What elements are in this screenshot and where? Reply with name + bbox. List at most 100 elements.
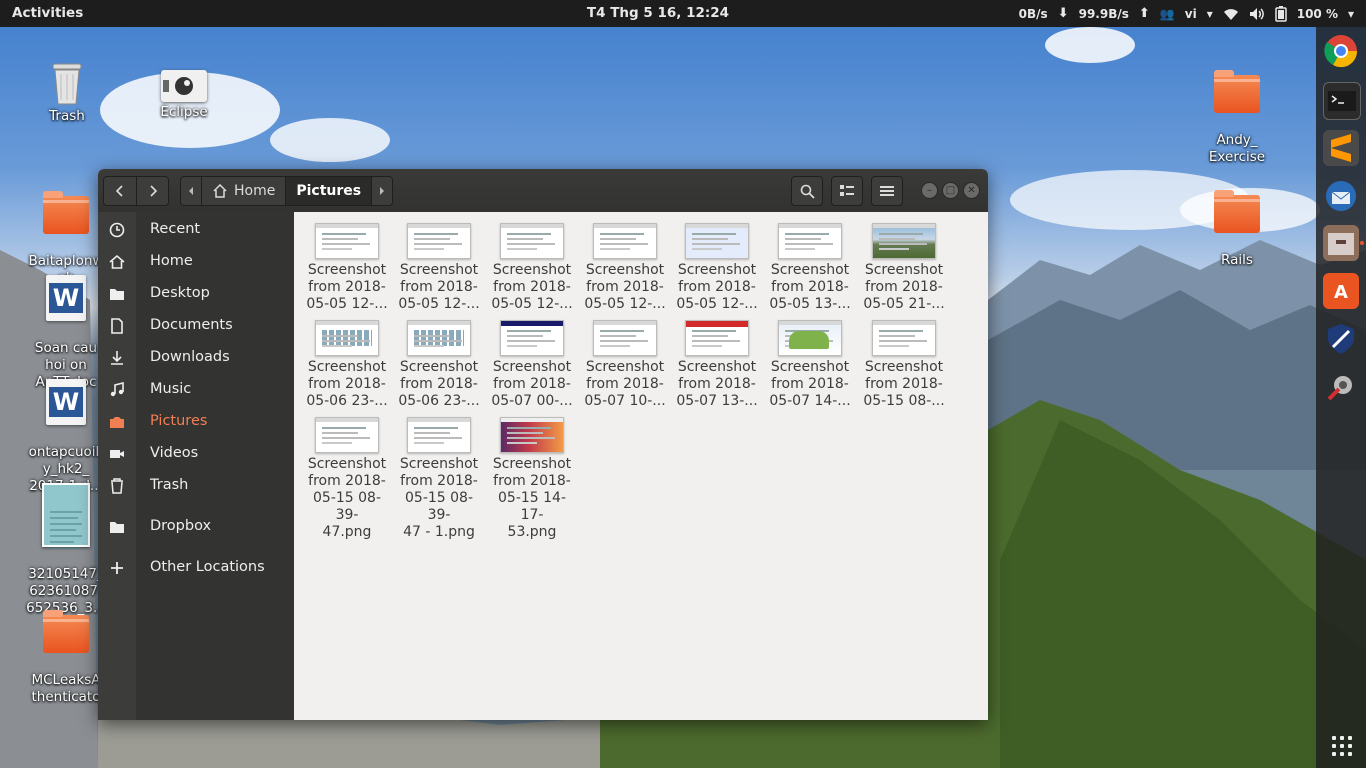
search-icon: [800, 184, 815, 199]
thunderbird-icon[interactable]: [1323, 178, 1359, 214]
sidebar-item-desktop[interactable]: Desktop: [98, 279, 294, 309]
show-applications-icon[interactable]: [1332, 736, 1352, 756]
file-item[interactable]: Screenshot from 2018- 05-15 08-...: [859, 314, 949, 410]
top-bar: Activities T4 Thg 5 16, 12:24 0B/s ⬇ 99.…: [0, 0, 1366, 27]
desktop-icon-trash[interactable]: Trash: [27, 62, 107, 125]
folder-icon: [109, 286, 125, 302]
image-thumbnail-icon: [500, 417, 564, 453]
breadcrumb-current[interactable]: Pictures: [286, 177, 373, 205]
trash-icon: [50, 62, 84, 106]
chevron-down-icon[interactable]: ▾: [1348, 7, 1354, 21]
file-name: Screenshot from 2018- 05-05 21-...: [863, 262, 945, 312]
system-tray[interactable]: 0B/s ⬇ 99.9B/s ⬆ 👥 vi ▾ 100 % ▾: [1019, 0, 1354, 27]
file-item[interactable]: Screenshot from 2018- 05-05 13-...: [765, 217, 855, 313]
sidebar-item-pictures[interactable]: Pictures: [98, 407, 294, 437]
sidebar-item-home[interactable]: Home: [98, 247, 294, 277]
file-item[interactable]: Screenshot from 2018- 05-07 00-...: [487, 314, 577, 410]
desktop-icon-rails[interactable]: Rails: [1197, 178, 1277, 286]
file-item[interactable]: Screenshot from 2018- 05-06 23-...: [394, 314, 484, 410]
document-icon: [109, 318, 125, 334]
breadcrumb-left-button[interactable]: [181, 177, 202, 205]
file-item[interactable]: Screenshot from 2018- 05-07 10-...: [580, 314, 670, 410]
download-arrow-icon: ⬇: [1057, 6, 1069, 21]
upload-arrow-icon: ⬆: [1138, 6, 1150, 21]
sidebar-item-other-locations[interactable]: Other Locations: [98, 553, 294, 583]
desktop-icon-mcleaks[interactable]: MCLeaksA thenticato: [26, 598, 106, 723]
search-button[interactable]: [791, 176, 823, 206]
music-icon: [109, 381, 125, 398]
image-thumbnail-icon: [500, 223, 564, 259]
file-item[interactable]: Screenshot from 2018- 05-15 08-39- 47.pn…: [302, 411, 392, 541]
chevron-left-icon: [115, 185, 123, 197]
vpn-shield-icon[interactable]: [1323, 321, 1359, 357]
desktop-icon-label: Trash: [49, 108, 85, 124]
sidebar-item-videos[interactable]: Videos: [98, 439, 294, 469]
battery-icon[interactable]: [1274, 5, 1287, 22]
file-item[interactable]: Screenshot from 2018- 05-05 12-...: [302, 217, 392, 313]
sidebar-item-dropbox[interactable]: Dropbox: [98, 512, 294, 542]
minimize-button[interactable]: –: [921, 182, 938, 199]
breadcrumb-home[interactable]: Home: [202, 177, 287, 205]
desktop-icon-andy-exercise[interactable]: Andy_ Exercise: [1197, 58, 1277, 183]
file-item[interactable]: Screenshot from 2018- 05-05 21-...: [859, 217, 949, 313]
folder-icon: [43, 610, 89, 653]
file-name: Screenshot from 2018- 05-05 13-...: [769, 262, 851, 312]
maximize-button[interactable]: □: [942, 182, 959, 199]
image-thumbnail-icon: [685, 320, 749, 356]
file-item[interactable]: Screenshot from 2018- 05-15 14-17- 53.pn…: [487, 411, 577, 541]
home-icon: [213, 184, 227, 198]
file-item[interactable]: Screenshot from 2018- 05-15 08-39- 47 - …: [394, 411, 484, 541]
settings-tools-icon[interactable]: [1323, 369, 1359, 405]
back-button[interactable]: [104, 177, 136, 205]
image-thumbnail-icon: [872, 223, 936, 259]
breadcrumb-right-button[interactable]: [372, 177, 392, 205]
sidebar-item-music[interactable]: Music: [98, 375, 294, 405]
image-thumbnail-icon: [407, 320, 471, 356]
file-item[interactable]: Screenshot from 2018- 05-06 23-...: [302, 314, 392, 410]
close-button[interactable]: ✕: [963, 182, 980, 199]
view-toggle-button[interactable]: [831, 176, 863, 206]
file-name: Screenshot from 2018- 05-05 12-...: [676, 262, 758, 312]
chevron-right-icon: [150, 185, 158, 197]
image-file-icon: [42, 483, 90, 549]
download-icon: [109, 350, 125, 366]
file-item[interactable]: Screenshot from 2018- 05-07 13-...: [672, 314, 762, 410]
folder-icon: [1214, 70, 1260, 113]
sidebar-item-downloads[interactable]: Downloads: [98, 343, 294, 373]
chrome-icon[interactable]: [1323, 33, 1359, 69]
file-name: Screenshot from 2018- 05-07 00-...: [491, 359, 573, 409]
net-up-speed: 99.9B/s: [1078, 6, 1129, 21]
software-center-icon[interactable]: A: [1323, 273, 1359, 309]
terminal-icon[interactable]: [1323, 82, 1361, 120]
desktop-icon-label: Andy_ Exercise: [1208, 132, 1266, 165]
sidebar-item-trash[interactable]: Trash: [98, 471, 294, 501]
image-thumbnail-icon: [593, 320, 657, 356]
sidebar-item-documents[interactable]: Documents: [98, 311, 294, 341]
header-tools: [791, 176, 903, 206]
file-item[interactable]: Screenshot from 2018- 05-05 12-...: [487, 217, 577, 313]
image-thumbnail-icon: [593, 223, 657, 259]
sidebar-item-recent[interactable]: Recent: [98, 215, 294, 245]
chevron-down-icon[interactable]: ▾: [1207, 7, 1213, 21]
image-thumbnail-icon: [407, 417, 471, 453]
image-thumbnail-icon: [872, 320, 936, 356]
people-icon[interactable]: 👥: [1160, 7, 1175, 21]
file-name: Screenshot from 2018- 05-15 14-17- 53.pn…: [492, 456, 572, 540]
file-manager-icon[interactable]: [1323, 225, 1359, 261]
forward-button[interactable]: [137, 177, 169, 205]
desktop-icon-label: MCLeaksA thenticato: [31, 672, 101, 705]
file-item[interactable]: Screenshot from 2018- 05-07 14-...: [765, 314, 855, 410]
sidebar-item-label: Recent: [150, 221, 201, 237]
desktop-icon-eclipse[interactable]: Eclipse: [144, 70, 224, 121]
file-item[interactable]: Screenshot from 2018- 05-05 12-...: [394, 217, 484, 313]
language-indicator[interactable]: vi: [1185, 7, 1197, 21]
file-name: Screenshot from 2018- 05-06 23-...: [306, 359, 388, 409]
file-item[interactable]: Screenshot from 2018- 05-05 12-...: [580, 217, 670, 313]
sublime-text-icon[interactable]: [1323, 130, 1359, 166]
file-item[interactable]: Screenshot from 2018- 05-05 12-...: [672, 217, 762, 313]
volume-icon[interactable]: [1249, 7, 1265, 21]
caret-right-icon: [380, 187, 385, 195]
wifi-icon[interactable]: [1223, 7, 1239, 21]
menu-button[interactable]: [871, 176, 903, 206]
file-name: Screenshot from 2018- 05-07 13-...: [676, 359, 758, 409]
